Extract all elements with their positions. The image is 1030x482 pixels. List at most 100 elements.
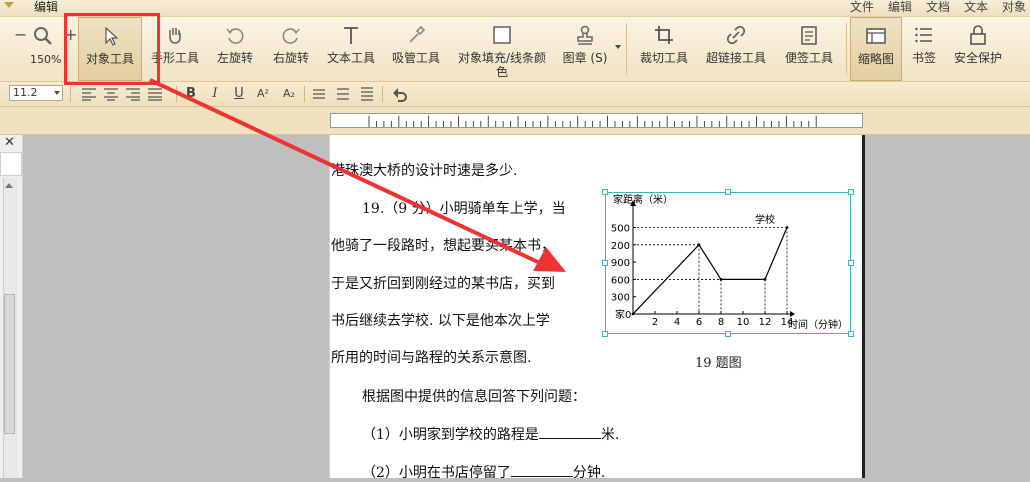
highlight-annotation [64, 13, 160, 85]
y-tick-label: 600 [611, 275, 630, 286]
data-point [719, 278, 723, 281]
ribbon-separator [846, 23, 847, 75]
question-1-text: （1）小明家到学校的路程是 [362, 427, 539, 443]
answer-blank [538, 426, 601, 439]
x-tick-label: 6 [696, 317, 702, 328]
bookmark-label: 书签 [911, 51, 936, 65]
data-point [631, 312, 635, 316]
page-edge [862, 135, 865, 478]
distance-time-graph: 2 4 6 8 10 12 14 300600900200500 家距离（米） 时间（分钟）… [611, 193, 848, 331]
crop-tool-button[interactable]: 裁切工具 [634, 17, 694, 81]
format-separator [382, 86, 383, 102]
align-justify-icon[interactable] [146, 85, 164, 103]
series-segment [698, 244, 722, 280]
align-left-icon[interactable] [80, 85, 98, 103]
rotate-left-button[interactable]: 左旋转 [206, 17, 264, 81]
x-tick-label: 10 [737, 317, 750, 328]
security-button[interactable]: 安全保护 [948, 17, 1008, 81]
x-tick-label: 8 [718, 317, 724, 328]
ribbon-separator [626, 23, 627, 75]
y-tick-label: 500 [611, 224, 630, 235]
menu-edit-right[interactable]: 编辑 [888, 0, 912, 14]
bookmark-button[interactable]: 书签 [904, 17, 944, 81]
menu-document[interactable]: 文档 [926, 0, 950, 14]
app-menu-caret-icon[interactable] [4, 2, 14, 8]
rotate-right-icon [282, 28, 300, 44]
top-menu: 文件 编辑 文档 文本 对象 [850, 0, 1026, 14]
data-point [763, 278, 767, 281]
line-spacing-icon[interactable] [310, 85, 328, 103]
hand-icon [169, 28, 181, 44]
text-tool-label: 文本工具 [326, 51, 375, 65]
graph-caption: 19 题图 [695, 356, 742, 371]
menu-file[interactable]: 文件 [850, 0, 874, 14]
x-axis-title: 时间（分钟） [788, 318, 848, 331]
paragraph-line: 所用的时间与路程的关系示意图. [331, 350, 532, 366]
stamp-button[interactable]: 图章 (S) [556, 17, 614, 81]
origin-label: 家0 [615, 308, 631, 321]
thumbnail-label: 缩略图 [857, 52, 894, 66]
menu-edit[interactable]: 编辑 [34, 0, 58, 15]
indent-icon[interactable] [358, 85, 376, 103]
rotate-left-icon [226, 28, 244, 44]
italic-button[interactable]: I [206, 85, 224, 103]
fill-stroke-button[interactable]: 对象填充/线条颜色 [452, 17, 552, 81]
align-center-icon[interactable] [102, 85, 120, 103]
y-tick-label: 300 [611, 293, 630, 304]
question-1: （1）小明家到学校的路程是 米. [362, 424, 619, 444]
question-2-unit: 分钟. [572, 465, 606, 481]
format-separator [176, 86, 177, 102]
y-tick-label: 900 [611, 258, 630, 269]
scroll-up-arrow-icon[interactable] [5, 183, 13, 188]
thumbnail-button[interactable]: 缩略图 [850, 17, 902, 81]
zoom-icon[interactable] [32, 25, 54, 47]
font-size-select[interactable]: 11.2 [9, 85, 63, 101]
rotate-right-button[interactable]: 右旋转 [262, 17, 320, 81]
hyperlink-tool-label: 超链接工具 [705, 51, 766, 65]
bold-button[interactable]: B [182, 85, 200, 103]
format-separator [304, 86, 305, 102]
eyedropper-tool-button[interactable]: 吸管工具 [386, 17, 446, 81]
superscript-button[interactable]: A² [254, 85, 272, 103]
paragraph-line: 他骑了一段路时，想起要买某本书， [331, 238, 555, 254]
answer-blank [510, 464, 573, 477]
paragraph-spacing-icon[interactable] [334, 85, 352, 103]
text-tool-button[interactable]: 文本工具 [320, 17, 382, 81]
eyedropper-tool-label: 吸管工具 [391, 51, 440, 65]
zoom-level[interactable]: 150% [30, 53, 61, 66]
paragraph-line: 港珠澳大桥的设计时速是多少. [331, 163, 518, 179]
question-1-unit: 米. [600, 427, 620, 443]
crop-icon [655, 26, 673, 44]
graph-series [631, 226, 789, 316]
x-tick-label: 12 [759, 317, 772, 328]
graph-y-ticks: 300 600 900 200 500 [611, 224, 636, 304]
stamp-dropdown-caret-icon[interactable] [615, 45, 621, 49]
text-icon [344, 27, 358, 44]
paragraph-line: 书后继续去学校. 以下是他本次上学 [331, 313, 550, 329]
fill-stroke-label: 对象填充/线条颜色 [457, 51, 547, 79]
horizontal-ruler[interactable] [330, 113, 863, 128]
menu-object[interactable]: 对象 [1002, 0, 1026, 14]
question-2-text: （2）小明在书店停留了 [362, 465, 511, 481]
series-segment [764, 227, 788, 280]
data-point [697, 243, 701, 247]
hyperlink-tool-button[interactable]: 超链接工具 [700, 17, 772, 81]
data-point [785, 226, 789, 229]
question-2: （2）小明在书店停留了 分钟. [362, 462, 605, 482]
note-tool-button[interactable]: 便签工具 [778, 17, 840, 81]
x-tick-label: 4 [674, 317, 680, 328]
scrollbar-thumb[interactable] [4, 294, 15, 434]
underline-button[interactable]: U [230, 85, 248, 103]
rotate-left-label: 左旋转 [216, 51, 253, 65]
close-icon[interactable]: ✕ [4, 135, 15, 150]
subscript-button[interactable]: A₂ [280, 85, 298, 103]
align-right-icon[interactable] [124, 85, 142, 103]
panel-content[interactable] [0, 152, 22, 176]
undo-icon[interactable] [390, 85, 408, 103]
zoom-out-button[interactable]: − [14, 25, 27, 44]
font-size-value: 11.2 [13, 86, 38, 99]
chevron-down-icon [54, 91, 60, 95]
eyedropper-icon [409, 25, 426, 43]
stamp-icon [577, 25, 593, 45]
menu-text[interactable]: 文本 [964, 0, 988, 14]
